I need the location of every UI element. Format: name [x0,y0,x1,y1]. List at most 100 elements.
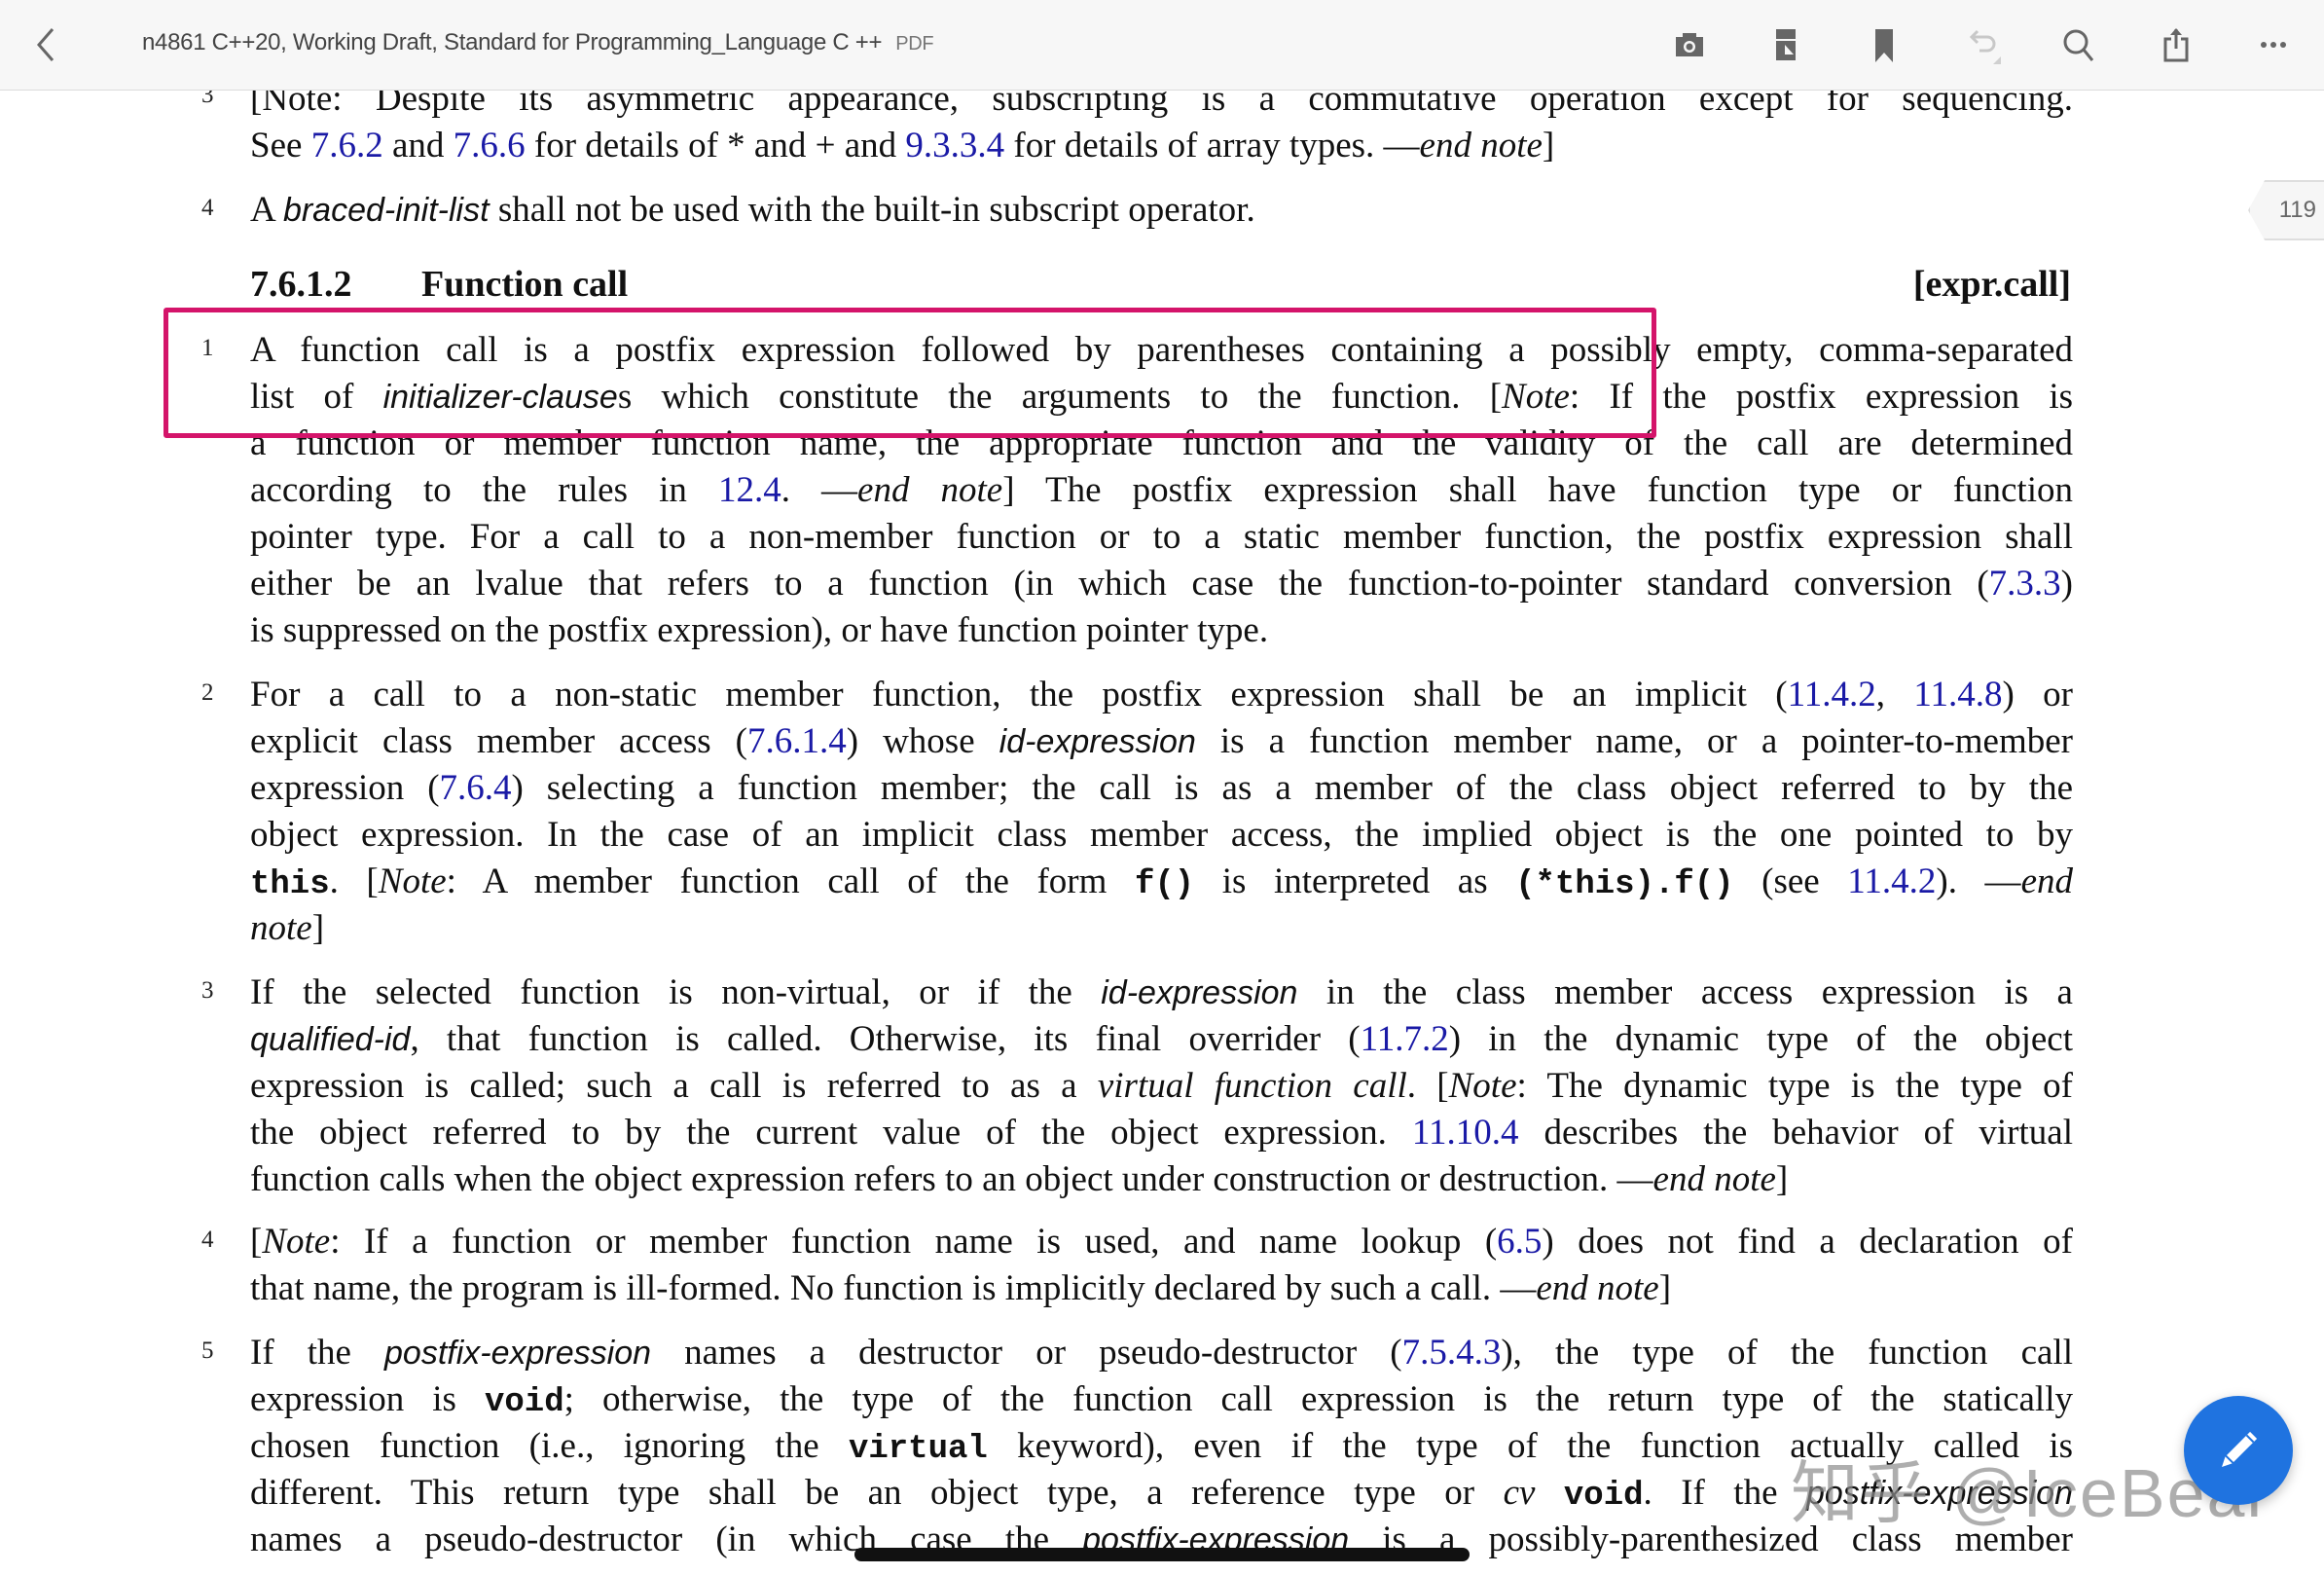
text-span: A function call is a postfix expression … [250,330,2073,370]
text-span: ; otherwise, the type of the function ca… [563,1379,2073,1419]
paragraph-number: 4 [201,195,214,221]
text-span: the object referred to by the current va… [250,1113,1412,1153]
text-span: pointer type. For a call to a non-member… [250,517,2073,557]
code-text: (*this).f() [1515,866,1734,903]
xref-link[interactable]: 11.4.2 [1788,675,1876,714]
top-toolbar: n4861 C++20, Working Draft, Standard for… [0,0,2324,91]
snapshot-button[interactable] [1666,21,1713,68]
text-line: [Note: If a function or member function … [250,1219,2073,1265]
page-layout-button[interactable] [1763,21,1810,68]
page-layout-icon [1776,29,1796,60]
section-number: 7.6.1.2 [250,264,352,305]
text-span: A [250,190,283,230]
xref-link[interactable]: 11.10.4 [1412,1113,1519,1153]
xref-link[interactable]: 11.4.2 [1847,861,1936,901]
pdf-page: 3 [Note: Despite its asymmetric appearan… [0,0,2324,1575]
italic-text: Note [378,861,447,901]
text-span: function calls when the object expressio… [250,1159,1653,1199]
text-span: is suppressed on the postfix expression)… [250,610,1269,650]
text-line: object expression. In the case of an imp… [250,812,2073,859]
document-title: n4861 C++20, Working Draft, Standard for… [142,29,934,56]
text-line: note] [250,905,2073,952]
text-span: [ [250,1222,263,1262]
home-indicator[interactable] [854,1548,1470,1561]
text-span: that name, the program is ill-formed. No… [250,1268,1537,1308]
annotate-fab-button[interactable] [2184,1396,2293,1505]
xref-link[interactable]: 7.6.2 [311,126,383,165]
text-line: pointer type. For a call to a non-member… [250,514,2073,561]
text-span: ) selecting a function member; the call … [511,768,2073,808]
text-span: For a call to a non-static member functi… [250,675,1788,714]
xref-link[interactable]: 7.5.4.3 [1402,1333,1502,1373]
italic-text: id-expression [1101,974,1298,1011]
text-span: See [250,126,311,165]
italic-text: postfix-expression [384,1335,652,1372]
text-span: ) in the dynamic type of the object [1448,1019,2073,1059]
back-chevron-icon [37,28,54,61]
text-span: explicit class member access ( [250,721,747,761]
italic-text: Note [1448,1066,1517,1106]
xref-link[interactable]: 11.4.8 [1913,675,2002,714]
text-span: n4861 C++20, Working Draft, Standard for… [142,29,883,55]
document-type-label: PDF [895,33,934,55]
undo-button[interactable] [1958,21,2005,68]
paragraph-number: 5 [201,1337,214,1364]
xref-link[interactable]: 12.4 [718,470,781,510]
share-button[interactable] [2153,21,2199,68]
paragraph-number: 1 [201,335,214,361]
xref-link[interactable]: 6.5 [1497,1222,1542,1262]
text-span: either be an lvalue that refers to a fun… [250,564,1989,604]
pencil-icon [2222,1431,2258,1467]
text-line: expression (7.6.4) selecting a function … [250,765,2073,812]
text-span: object expression. In the case of an imp… [250,815,2073,855]
code-text: void [1563,1478,1644,1515]
code-text: this [250,866,330,903]
italic-text: id-expression [999,723,1196,760]
text-span: describes the behavior of virtual [1518,1113,2073,1153]
text-line: the object referred to by the current va… [250,1110,2073,1156]
xref-link[interactable]: 9.3.3.4 [905,126,1004,165]
text-span: (see [1733,861,1848,901]
text-span: If the [250,1333,384,1373]
text-span: shall not be used with the built-in subs… [489,190,1255,230]
xref-link[interactable]: 7.6.4 [440,768,512,808]
undo-icon [1969,29,2001,64]
camera-icon [1676,33,1703,56]
text-line: explicit class member access (7.6.1.4) w… [250,718,2073,765]
text-span: ), the type of the function call [1501,1333,2073,1373]
back-button[interactable] [27,21,66,68]
text-span: ) does not find a declaration of [1542,1222,2073,1262]
more-icon [2261,42,2286,48]
xref-link[interactable]: 7.6.6 [454,126,526,165]
text-line: expression is void; otherwise, the type … [250,1376,2073,1426]
italic-text: cv [1503,1473,1536,1513]
search-button[interactable] [2055,21,2102,68]
text-span: . [ [329,861,379,901]
share-icon [2163,28,2189,62]
italic-text: end note [1652,1159,1776,1199]
xref-link[interactable]: 7.6.1.4 [747,721,847,761]
text-span: is interpreted as [1194,861,1516,901]
text-span: . [ [1406,1066,1449,1106]
text-line: function calls when the object expressio… [250,1156,2073,1203]
xref-link[interactable]: 7.3.3 [1989,564,2061,604]
text-span: ) or [2002,675,2074,714]
more-button[interactable] [2250,21,2297,68]
text-span: expression ( [250,768,440,808]
text-span: is a function member name, or a pointer-… [1195,721,2073,761]
text-line: that name, the program is ill-formed. No… [250,1265,2073,1312]
italic-text: braced-init-list [282,192,490,229]
bookmark-button[interactable] [1861,21,1907,68]
text-span: for details of array types. — [1004,126,1420,165]
paragraph-number: 3 [201,977,214,1004]
text-span: : If the postfix expression is [1569,377,2073,417]
text-span: a function or member function name, the … [250,423,2073,463]
xref-link[interactable]: 11.7.2 [1361,1019,1449,1059]
text-line: qualified-id, that function is called. O… [250,1016,2073,1063]
text-span: If the selected function is non-virtual,… [250,972,1102,1012]
section-title: Function call [421,264,629,305]
text-line: If the selected function is non-virtual,… [250,970,2073,1016]
italic-text: end note [1536,1268,1659,1308]
text-line: A function call is a postfix expression … [250,327,2073,374]
paragraph-number: 2 [201,679,214,706]
